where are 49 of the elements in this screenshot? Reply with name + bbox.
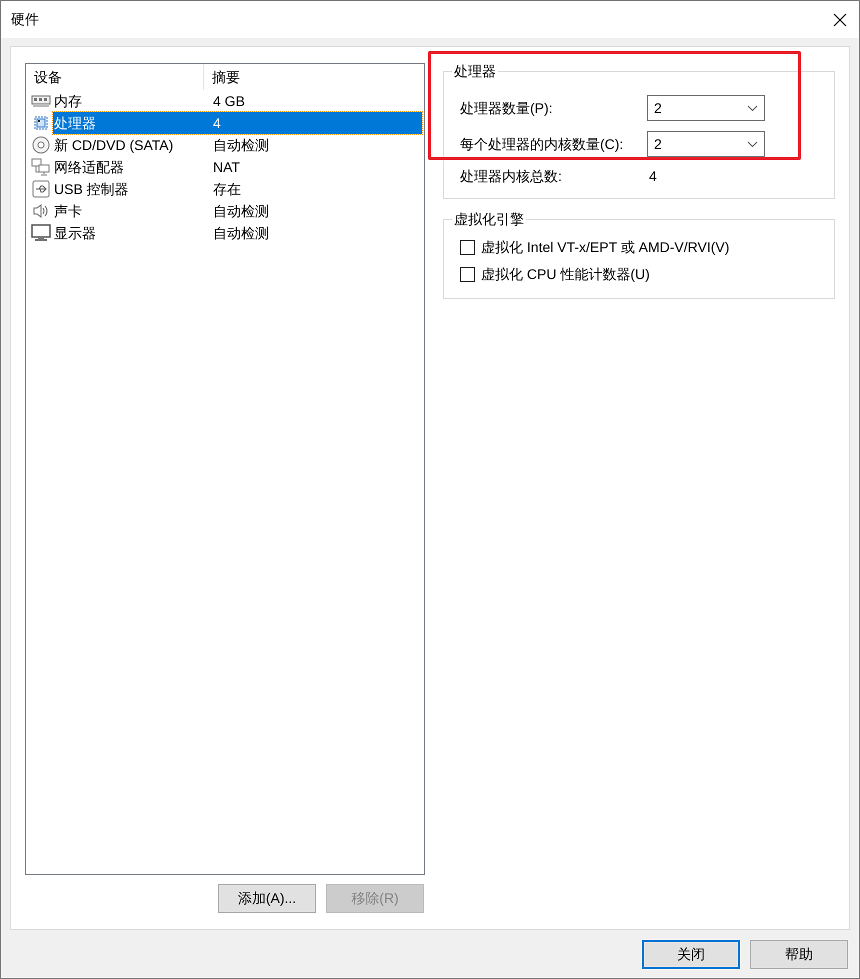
list-row[interactable]: 网络适配器 NAT — [53, 156, 422, 178]
chevron-icon — [747, 140, 758, 148]
field-label: 处理器数量(P): — [460, 100, 554, 116]
dropdown-value: 2 — [654, 136, 662, 152]
column-header[interactable]: 摘要 — [204, 68, 240, 86]
device-name: 处理器 — [53, 114, 97, 132]
device-summary: 自动检测 — [212, 202, 269, 220]
device-name: 内存 — [53, 92, 83, 110]
group-title: 处理器 — [452, 63, 498, 80]
list-row[interactable]: 显示器 自动检测 — [53, 222, 422, 244]
checkbox[interactable] — [460, 267, 475, 282]
checkbox[interactable] — [460, 240, 475, 255]
list-row[interactable]: 新 CD/DVD (SATA) 自动检测 — [53, 134, 422, 156]
checkbox-label: 虚拟化 Intel VT-x/EPT 或 AMD-V/RVI(V) — [481, 239, 730, 256]
device-summary: NAT — [212, 158, 240, 176]
dropdown-field[interactable]: 2 — [647, 95, 765, 121]
disc-icon — [31, 136, 51, 154]
device-name: 网络适配器 — [53, 158, 125, 176]
field-label: 每个处理器的内核数量(C): — [460, 136, 624, 152]
group-title: 虚拟化引擎 — [452, 211, 526, 228]
help-button[interactable]: 帮助 — [750, 940, 848, 969]
close-button[interactable]: 关闭 — [642, 940, 740, 969]
usb-icon — [31, 180, 51, 198]
device-summary: 4 — [212, 114, 221, 132]
device-summary: 自动检测 — [212, 136, 269, 154]
list-row[interactable]: 内存 4 GB — [53, 90, 422, 112]
memory-icon — [31, 94, 51, 108]
device-name: USB 控制器 — [53, 180, 130, 198]
close-icon[interactable] — [833, 12, 847, 26]
field-label: 处理器内核总数: — [460, 168, 563, 184]
total-value: 4 — [648, 168, 657, 184]
device-name: 声卡 — [53, 202, 83, 220]
list-row[interactable]: USB 控制器 存在 — [53, 178, 422, 200]
checkbox-label: 虚拟化 CPU 性能计数器(U) — [481, 266, 650, 283]
add-button[interactable]: 添加(A)... — [218, 884, 316, 913]
chevron-icon — [747, 104, 758, 112]
dropdown-field[interactable]: 2 — [647, 131, 765, 157]
device-name: 显示器 — [53, 224, 97, 242]
list-row[interactable]: 声卡 自动检测 — [53, 200, 422, 222]
device-summary: 自动检测 — [212, 224, 269, 242]
column-header[interactable]: 设备 — [26, 64, 204, 90]
dropdown-value: 2 — [654, 100, 662, 116]
monitor-icon — [31, 224, 51, 242]
device-summary: 存在 — [212, 180, 241, 198]
device-name: 新 CD/DVD (SATA) — [53, 136, 174, 154]
device-summary: 4 GB — [212, 92, 245, 110]
list-row[interactable]: 处理器 4 — [53, 112, 422, 134]
window-title: 硬件 — [11, 11, 39, 28]
network-icon — [31, 158, 51, 176]
